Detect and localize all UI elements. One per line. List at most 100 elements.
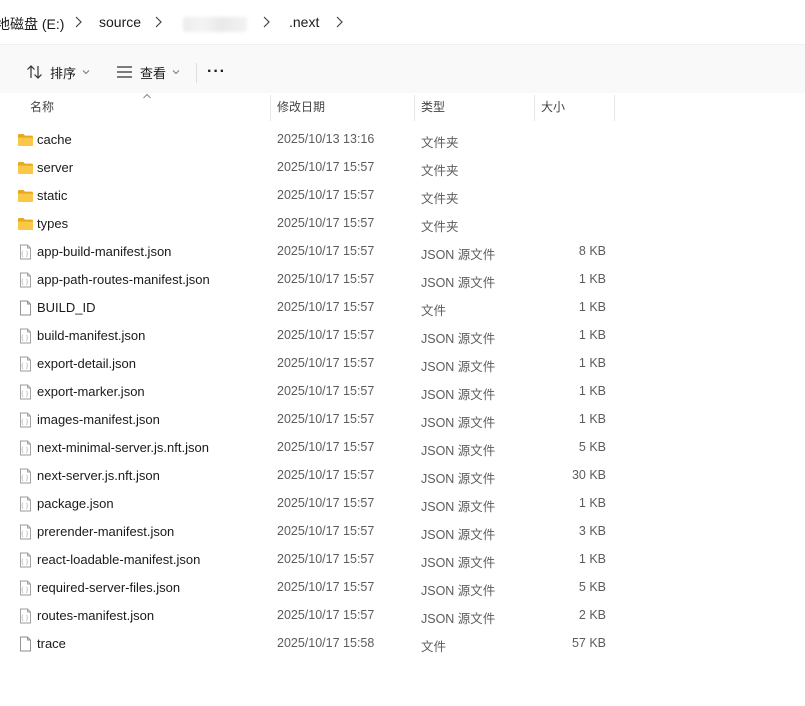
- view-label: 查看: [140, 65, 167, 81]
- file-row[interactable]: next-server.js.nft.json 2025/10/17 15:57 J…: [0, 462, 620, 490]
- folder-icon: [17, 188, 34, 204]
- file-size: 3 KB: [578, 524, 606, 538]
- file-date: 2025/10/17 15:57: [277, 328, 375, 342]
- file-row[interactable]: trace 2025/10/17 15:58 文件 57 KB: [0, 630, 620, 658]
- column-header-name[interactable]: 名称: [30, 93, 54, 121]
- json-file-icon: [17, 524, 34, 540]
- command-bar: 排序 查看 ···: [0, 44, 805, 99]
- view-list-icon: [117, 66, 132, 78]
- file-row[interactable]: build-manifest.json 2025/10/17 15:57 JSON …: [0, 322, 620, 350]
- file-type: JSON 源文件: [421, 388, 496, 402]
- file-size: 5 KB: [578, 440, 606, 454]
- json-file-icon: [17, 356, 34, 372]
- json-file-icon: [17, 496, 34, 512]
- folder-icon: [17, 132, 34, 148]
- more-options-button[interactable]: ···: [207, 59, 226, 85]
- file-row[interactable]: server 2025/10/17 15:57 文件夹: [0, 154, 620, 182]
- file-row[interactable]: required-server-files.json 2025/10/17 15:…: [0, 574, 620, 602]
- json-file-icon: [17, 468, 34, 484]
- file-name: images-manifest.json: [37, 412, 160, 427]
- file-row[interactable]: package.json 2025/10/17 15:57 JSON 源文件 1 KB: [0, 490, 620, 518]
- view-button[interactable]: 查看: [116, 59, 181, 85]
- column-header-date[interactable]: 修改日期: [277, 93, 325, 121]
- file-type: JSON 源文件: [421, 584, 496, 598]
- file-name: react-loadable-manifest.json: [37, 552, 201, 567]
- json-file-icon: [17, 608, 34, 624]
- breadcrumb-item-drive[interactable]: 地磁盘 (E:): [0, 14, 64, 34]
- breadcrumb-item-source[interactable]: source: [99, 14, 141, 30]
- file-name: next-server.js.nft.json: [37, 468, 160, 483]
- column-divider[interactable]: [270, 95, 271, 121]
- file-type: 文件夹: [421, 136, 459, 150]
- file-type: JSON 源文件: [421, 556, 496, 570]
- file-row[interactable]: cache 2025/10/13 13:16 文件夹: [0, 126, 620, 154]
- file-size: 1 KB: [578, 300, 606, 314]
- file-date: 2025/10/17 15:57: [277, 580, 375, 594]
- column-divider[interactable]: [414, 95, 415, 121]
- file-row[interactable]: app-build-manifest.json 2025/10/17 15:57 J…: [0, 238, 620, 266]
- file-name: BUILD_ID: [37, 300, 96, 315]
- file-size: 1 KB: [578, 552, 606, 566]
- file-name: package.json: [37, 496, 114, 511]
- file-date: 2025/10/17 15:57: [277, 160, 375, 174]
- file-type: 文件夹: [421, 192, 459, 206]
- file-row[interactable]: images-manifest.json 2025/10/17 15:57 JSON…: [0, 406, 620, 434]
- file-row[interactable]: react-loadable-manifest.json 2025/10/17 1…: [0, 546, 620, 574]
- file-name: export-marker.json: [37, 384, 145, 399]
- file-row[interactable]: export-detail.json 2025/10/17 15:57 JSON 源…: [0, 350, 620, 378]
- file-date: 2025/10/17 15:57: [277, 524, 375, 538]
- file-type: JSON 源文件: [421, 472, 496, 486]
- file-size: 8 KB: [578, 244, 606, 258]
- file-type: JSON 源文件: [421, 248, 496, 262]
- breadcrumb-item-current[interactable]: .next: [289, 14, 319, 30]
- file-name: trace: [37, 636, 66, 651]
- file-row[interactable]: BUILD_ID 2025/10/17 15:57 文件 1 KB: [0, 294, 620, 322]
- file-type: JSON 源文件: [421, 528, 496, 542]
- file-icon: [17, 636, 34, 652]
- file-row[interactable]: static 2025/10/17 15:57 文件夹: [0, 182, 620, 210]
- file-date: 2025/10/17 15:57: [277, 188, 375, 202]
- file-size: 1 KB: [578, 272, 606, 286]
- chevron-right-icon[interactable]: [73, 15, 83, 29]
- file-row[interactable]: app-path-routes-manifest.json 2025/10/17 …: [0, 266, 620, 294]
- file-row[interactable]: routes-manifest.json 2025/10/17 15:57 JSON…: [0, 602, 620, 630]
- folder-icon: [17, 216, 34, 232]
- file-name: app-build-manifest.json: [37, 244, 172, 259]
- column-divider[interactable]: [614, 95, 615, 121]
- file-size: 1 KB: [578, 496, 606, 510]
- file-name: prerender-manifest.json: [37, 524, 175, 539]
- sort-ascending-icon: [143, 93, 151, 99]
- file-size: 1 KB: [578, 412, 606, 426]
- file-name: required-server-files.json: [37, 580, 181, 595]
- file-name: routes-manifest.json: [37, 608, 155, 623]
- file-icon: [17, 300, 34, 316]
- chevron-right-icon[interactable]: [261, 15, 271, 29]
- column-divider[interactable]: [534, 95, 535, 121]
- chevron-right-icon[interactable]: [334, 15, 344, 29]
- file-row[interactable]: types 2025/10/17 15:57 文件夹: [0, 210, 620, 238]
- file-name: next-minimal-server.js.nft.json: [37, 440, 209, 455]
- file-type: JSON 源文件: [421, 276, 496, 290]
- breadcrumb-item-redacted[interactable]: [183, 17, 247, 32]
- file-row[interactable]: prerender-manifest.json 2025/10/17 15:57 J…: [0, 518, 620, 546]
- json-file-icon: [17, 552, 34, 568]
- file-name: server: [37, 160, 74, 175]
- file-date: 2025/10/17 15:57: [277, 300, 375, 314]
- json-file-icon: [17, 244, 34, 260]
- file-name: export-detail.json: [37, 356, 136, 371]
- file-type: JSON 源文件: [421, 500, 496, 514]
- sort-label: 排序: [50, 65, 77, 81]
- file-type: 文件: [421, 640, 447, 654]
- column-header-type[interactable]: 类型: [421, 93, 445, 121]
- json-file-icon: [17, 384, 34, 400]
- file-date: 2025/10/17 15:57: [277, 608, 375, 622]
- file-size: 1 KB: [578, 384, 606, 398]
- file-row[interactable]: next-minimal-server.js.nft.json 2025/10/1…: [0, 434, 620, 462]
- file-date: 2025/10/17 15:57: [277, 412, 375, 426]
- column-header-size[interactable]: 大小: [541, 93, 565, 121]
- file-row[interactable]: export-marker.json 2025/10/17 15:57 JSON 源…: [0, 378, 620, 406]
- chevron-right-icon[interactable]: [153, 15, 163, 29]
- file-date: 2025/10/17 15:57: [277, 244, 375, 258]
- sort-button[interactable]: 排序: [26, 59, 91, 85]
- column-header: 名称 修改日期 类型 大小: [0, 93, 805, 121]
